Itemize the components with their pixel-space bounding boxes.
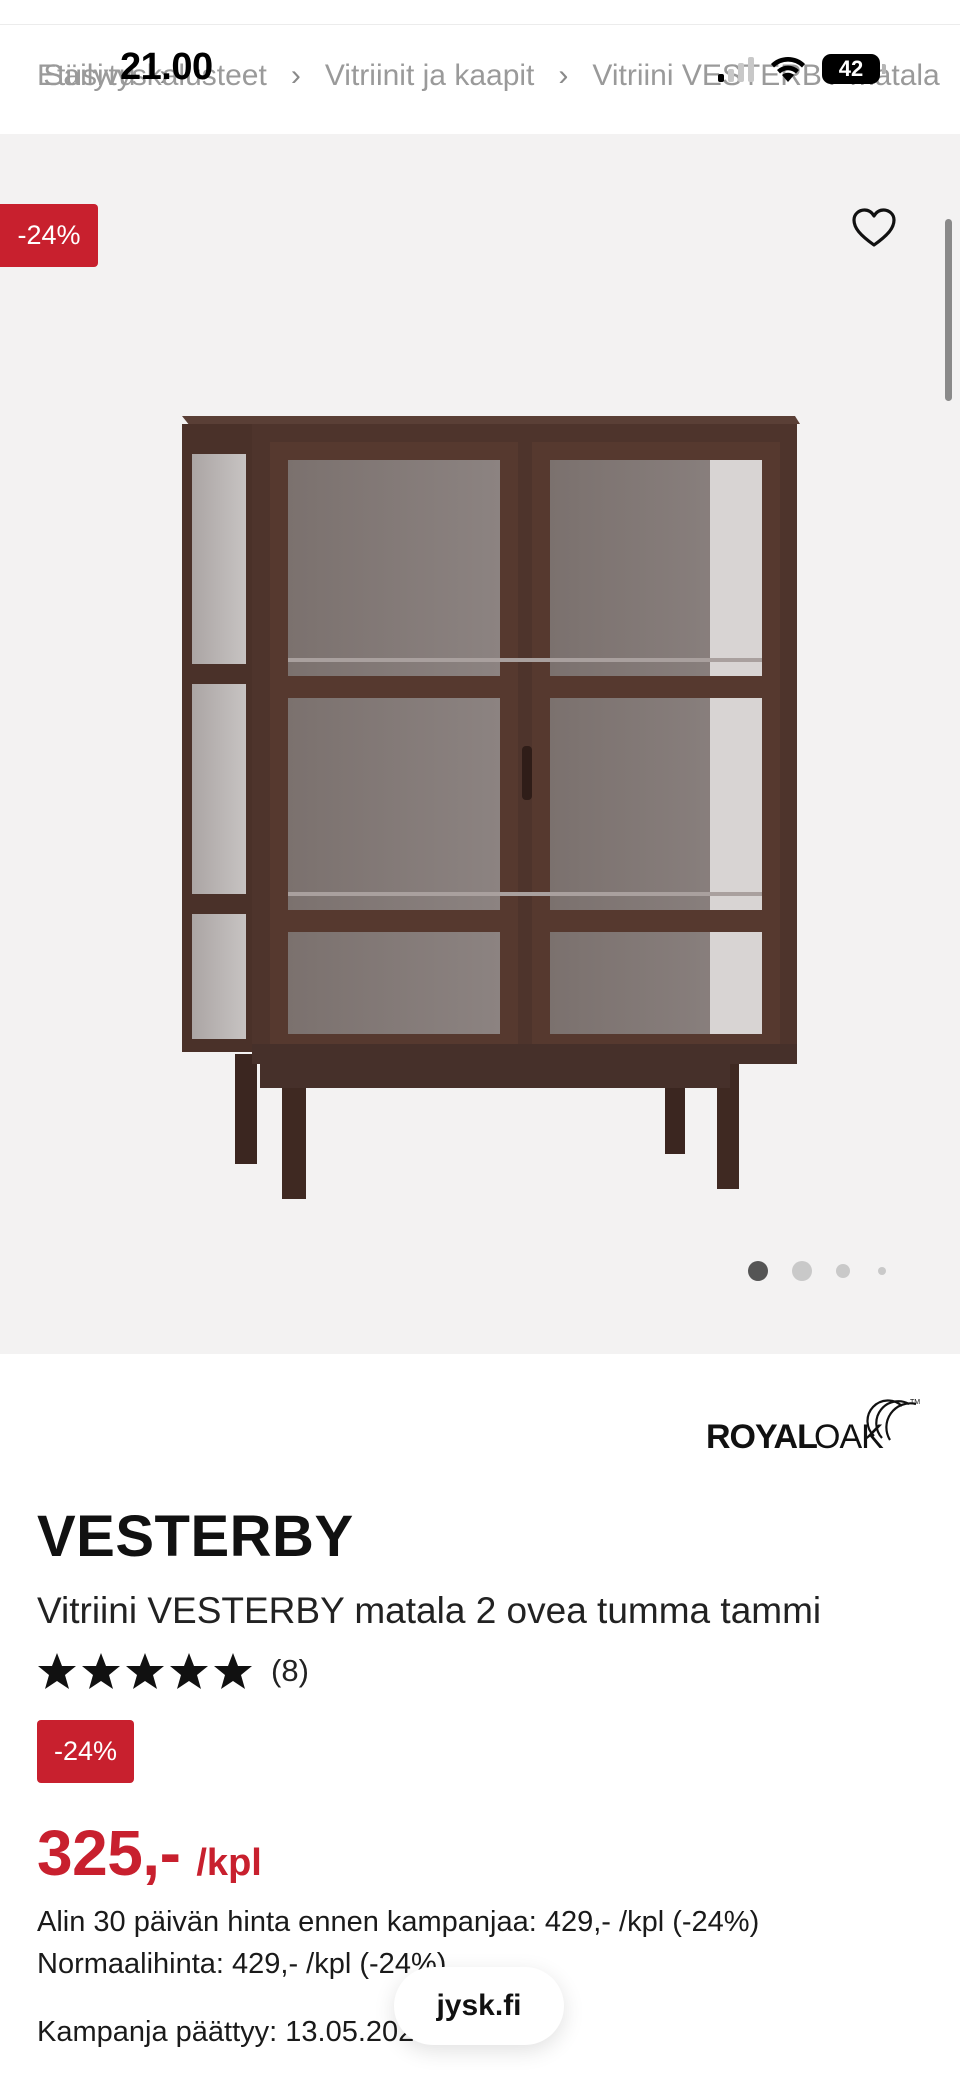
price-unit: /kpl <box>196 1842 262 1884</box>
breadcrumb-subcategory[interactable]: Vitriinit ja kaapit <box>325 59 535 93</box>
svg-text:OAK: OAK <box>814 1418 884 1456</box>
carousel-dot-active[interactable] <box>748 1261 768 1281</box>
breadcrumb-bar: Etusivu › Säilytyskalusteet › Vitriinit … <box>0 24 960 134</box>
brand-logo[interactable]: ROYAL OAK TM <box>706 1392 922 1458</box>
star-icon <box>38 1653 76 1689</box>
review-count[interactable]: (8) <box>271 1653 309 1689</box>
product-gallery[interactable]: -24% <box>0 134 960 1354</box>
scrollbar[interactable] <box>945 219 952 401</box>
breadcrumb: Etusivu › Säilytyskalusteet › Vitriinit … <box>37 59 940 93</box>
carousel-dot[interactable] <box>836 1264 850 1278</box>
breadcrumb-current[interactable]: Vitriini VESTERBY matala <box>592 59 939 93</box>
breadcrumb-category[interactable]: Säilytyskalusteet <box>43 59 266 93</box>
discount-badge: -24% <box>0 204 98 267</box>
price-discount-badge: -24% <box>37 1720 134 1783</box>
product-name: VESTERBY <box>37 1504 354 1569</box>
price-row: 325,- /kpl <box>37 1816 262 1890</box>
star-icon <box>214 1653 252 1689</box>
royal-oak-logo: ROYAL OAK TM <box>706 1399 920 1456</box>
product-image <box>182 416 800 1199</box>
price: 325,- <box>37 1817 181 1889</box>
carousel-dots[interactable] <box>748 1261 886 1281</box>
heart-icon[interactable] <box>850 204 898 252</box>
rating[interactable]: (8) <box>37 1651 309 1691</box>
normal-price-info: Normaalihinta: 429,- /kpl (-24%) <box>37 1948 447 1980</box>
address-bar[interactable]: jysk.fi <box>394 1967 564 2045</box>
star-icon <box>126 1653 164 1689</box>
chevron-right-icon: › <box>558 59 569 92</box>
carousel-dot[interactable] <box>878 1267 886 1275</box>
campaign-end-info: Kampanja päättyy: 13.05.2024 <box>37 2016 431 2048</box>
product-subtitle: Vitriini VESTERBY matala 2 ovea tumma ta… <box>37 1590 822 1631</box>
carousel-dot[interactable] <box>792 1261 812 1281</box>
lowest-price-info: Alin 30 päivän hinta ennen kampanjaa: 42… <box>37 1906 760 1938</box>
chevron-right-icon: › <box>290 59 301 92</box>
star-icon <box>170 1653 208 1689</box>
svg-text:ROYAL: ROYAL <box>706 1418 817 1456</box>
svg-text:TM: TM <box>910 1399 920 1406</box>
star-icon <box>82 1653 120 1689</box>
